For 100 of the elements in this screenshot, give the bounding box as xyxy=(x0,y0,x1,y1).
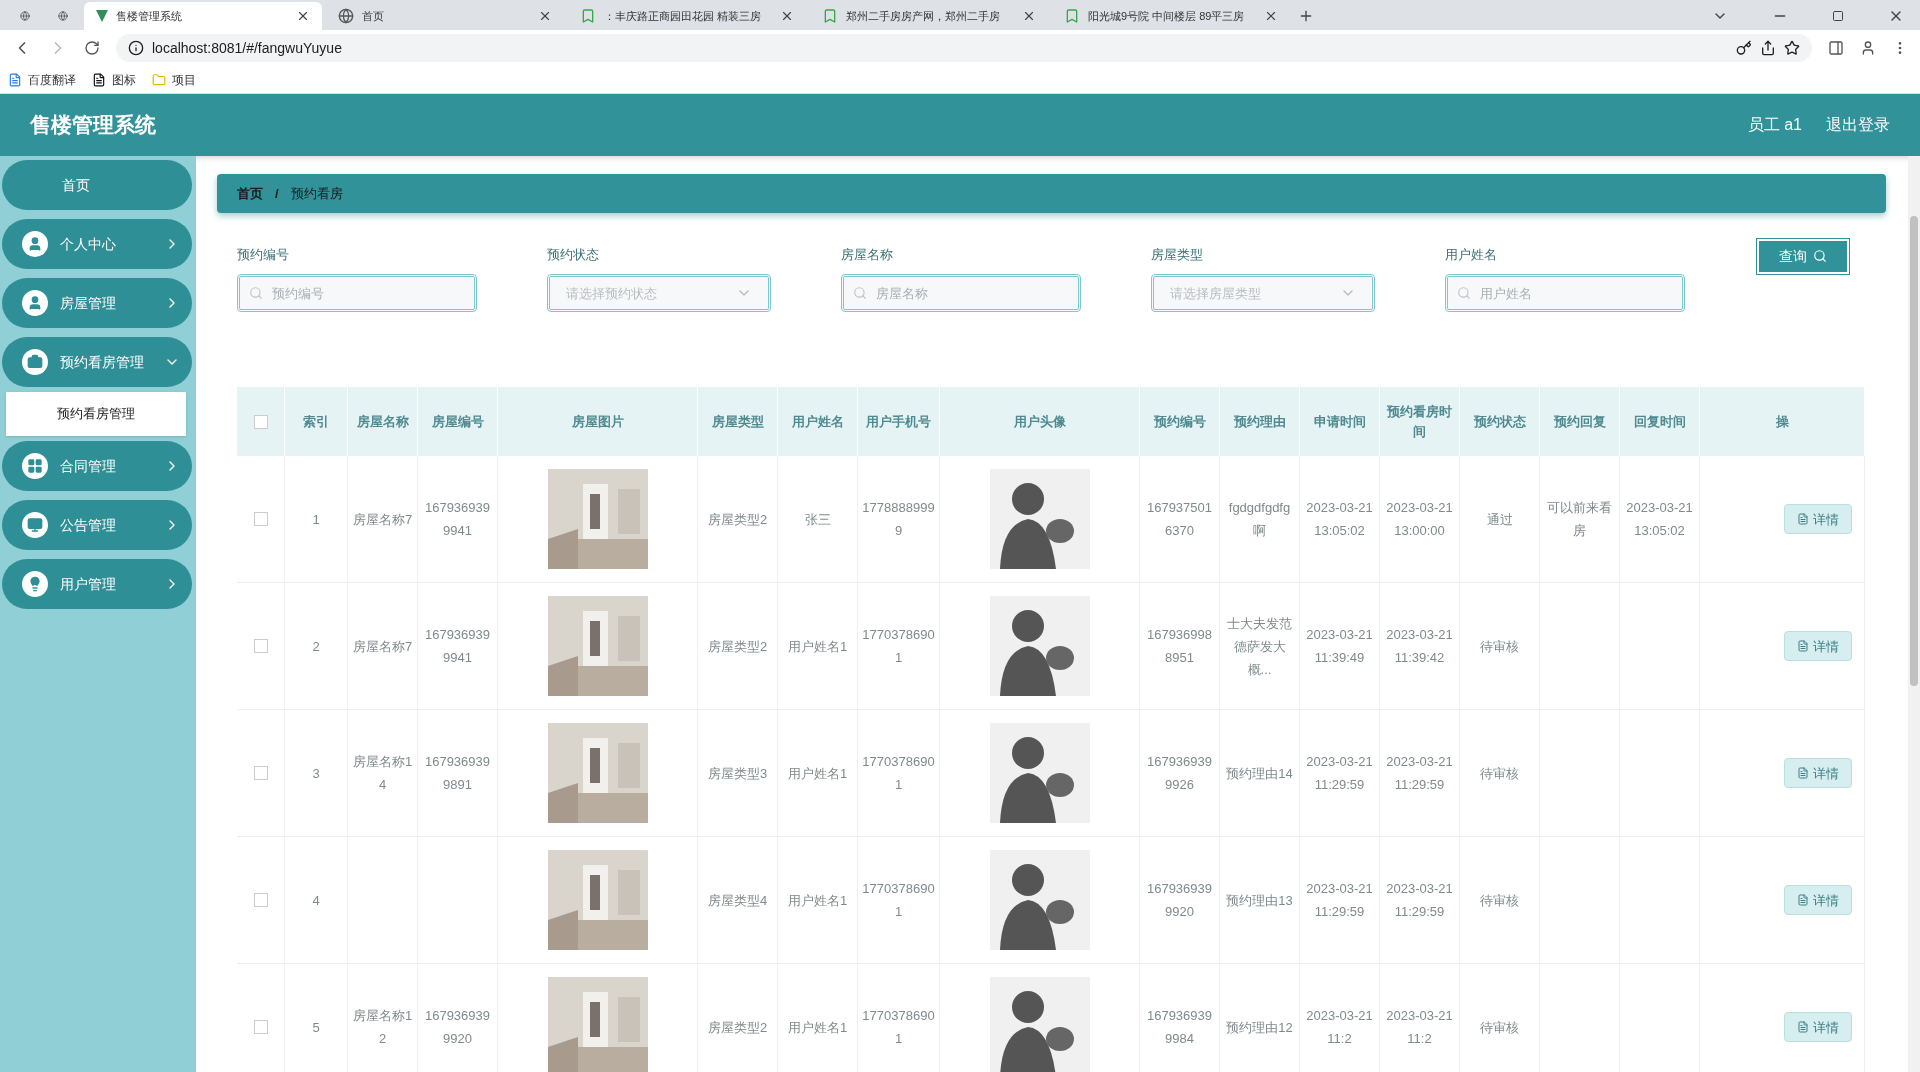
checkbox[interactable] xyxy=(253,414,268,429)
address-bar[interactable]: localhost:8081/#/fangwuYuyue xyxy=(116,34,1812,62)
table-cell-text: 预约理由13 xyxy=(1226,891,1293,910)
table-cell-text: 2023-03-21 11:39:42 xyxy=(1385,626,1454,668)
close-icon[interactable] xyxy=(1264,9,1278,23)
browser-tab[interactable]: 售楼管理系统 xyxy=(84,2,322,30)
document-icon xyxy=(1797,640,1809,653)
column-header: 房屋编号 xyxy=(431,412,484,431)
detail-button[interactable]: 详情 xyxy=(1784,885,1852,916)
browser-tab[interactable]: 阳光城9号院 中间楼层 89平三房 xyxy=(1052,2,1290,30)
table-cell-text: 2023-03-21 11:29:59 xyxy=(1385,880,1454,922)
table-cell-text: 房屋名称7 xyxy=(352,637,413,656)
checkbox[interactable] xyxy=(253,1020,268,1035)
search-icon xyxy=(1813,249,1827,264)
scrollbar-thumb[interactable] xyxy=(1910,216,1918,686)
detail-button[interactable]: 详情 xyxy=(1784,504,1852,535)
table-cell-text: 2023-03-21 13:05:02 xyxy=(1305,499,1374,541)
bookmark[interactable]: 项目 xyxy=(152,70,196,89)
table-cell-text: 房屋类型2 xyxy=(707,637,768,656)
table-cell-text: 1679369399941 xyxy=(423,626,492,668)
globe-icon xyxy=(338,8,354,24)
table-cell-text: 房屋类型3 xyxy=(707,764,768,783)
search-field[interactable]: 用户姓名 xyxy=(1445,274,1685,313)
sidebar-item[interactable]: 预约看房管理 xyxy=(2,337,192,387)
share-icon[interactable] xyxy=(1760,40,1776,56)
table-cell-text: 房屋名称14 xyxy=(352,753,413,795)
tab-title: 首页 xyxy=(362,8,385,24)
detail-button[interactable]: 详情 xyxy=(1784,631,1852,662)
table-cell-text: 4 xyxy=(312,891,320,910)
sidebar-item[interactable]: 合同管理 xyxy=(2,441,192,491)
table-cell-text: 预约理由14 xyxy=(1226,764,1293,783)
table-cell-text: 房屋类型2 xyxy=(707,510,768,529)
submenu-item[interactable]: 预约看房管理 xyxy=(6,392,186,436)
key-icon[interactable] xyxy=(1736,40,1752,56)
table-cell-text: 用户姓名1 xyxy=(787,637,848,656)
table-cell-text: 士大夫发范德萨发大概... xyxy=(1226,614,1293,679)
checkbox[interactable] xyxy=(253,512,268,527)
globe-icon xyxy=(20,8,30,24)
table-cell-text: 通过 xyxy=(1486,510,1513,529)
sidebar-item[interactable]: 房屋管理 xyxy=(2,278,192,328)
table-cell-text: 17703786901 xyxy=(862,753,935,795)
detail-button[interactable]: 详情 xyxy=(1784,1012,1852,1043)
close-icon[interactable] xyxy=(1022,9,1036,23)
checkbox[interactable] xyxy=(253,639,268,654)
sidebar-item[interactable]: 用户管理 xyxy=(2,559,192,609)
table-cell-text: 2023-03-21 11:2 xyxy=(1385,1007,1454,1049)
column-header: 用户姓名 xyxy=(791,412,844,431)
table-cell-text: 房屋类型4 xyxy=(707,891,768,910)
query-button[interactable]: 查询 xyxy=(1757,238,1849,274)
table-cell-text: 2023-03-21 13:05:02 xyxy=(1625,499,1694,541)
table-cell-text: 1679369399920 xyxy=(423,1007,492,1049)
document-icon xyxy=(1797,767,1809,780)
table-cell-text: 待审核 xyxy=(1480,891,1519,910)
detail-button[interactable]: 详情 xyxy=(1784,758,1852,789)
new-tab-icon[interactable] xyxy=(1298,8,1314,24)
bookmark[interactable]: 图标 xyxy=(92,70,136,89)
search-field[interactable]: 预约编号 xyxy=(237,274,477,313)
checkbox[interactable] xyxy=(253,893,268,908)
profile-icon[interactable] xyxy=(1860,40,1876,56)
close-icon[interactable] xyxy=(780,9,794,23)
breadcrumb-item[interactable]: 首页 xyxy=(237,183,263,204)
table-cell-text: 2023-03-21 11:29:59 xyxy=(1305,753,1374,795)
table-cell-text: fgdgdfgdfg啊 xyxy=(1227,499,1292,541)
table-cell-text: 3 xyxy=(312,764,320,783)
logout-link[interactable]: 退出登录 xyxy=(1826,113,1890,137)
close-icon[interactable] xyxy=(538,9,552,23)
table-cell-text: 2023-03-21 11:29:59 xyxy=(1305,880,1374,922)
bookmark-star-icon[interactable] xyxy=(1784,40,1800,56)
sidebar-item[interactable]: 首页 xyxy=(2,160,192,210)
close-icon[interactable] xyxy=(296,9,310,23)
browser-tab[interactable]: 郑州二手房房产网，郑州二手房 xyxy=(810,2,1048,30)
search-icon xyxy=(853,286,867,301)
table-cell-text: 房屋名称7 xyxy=(352,510,413,529)
restore-icon[interactable] xyxy=(1832,10,1844,22)
tab-title: 售楼管理系统 xyxy=(116,8,183,24)
reload-icon[interactable] xyxy=(84,40,100,56)
browser-tab[interactable]: 首页 xyxy=(326,2,564,30)
tab-title: ：丰庆路正商园田花园 精装三房 xyxy=(604,8,763,24)
browser-tab[interactable]: ：丰庆路正商园田花园 精装三房 xyxy=(568,2,806,30)
bookmark[interactable]: 百度翻译 xyxy=(8,70,76,89)
breadcrumb-separator: / xyxy=(275,184,279,203)
column-header: 回复时间 xyxy=(1633,412,1686,431)
table-cell-text: 房屋名称12 xyxy=(352,1007,413,1049)
filter-label: 预约状态 xyxy=(547,245,600,264)
column-header: 预约理由 xyxy=(1233,412,1286,431)
table-cell-text: 待审核 xyxy=(1480,764,1519,783)
document-icon xyxy=(1797,513,1809,526)
table-cell-text: 2 xyxy=(312,637,320,656)
document-icon xyxy=(1797,894,1809,907)
side-panel-icon[interactable] xyxy=(1828,40,1844,56)
search-icon xyxy=(249,286,263,301)
column-header: 房屋类型 xyxy=(711,412,764,431)
checkbox[interactable] xyxy=(253,766,268,781)
column-header: 申请时间 xyxy=(1313,412,1366,431)
search-field[interactable]: 房屋名称 xyxy=(841,274,1081,313)
sidebar-item[interactable]: 个人中心 xyxy=(2,219,192,269)
table-cell-text: 1679369399891 xyxy=(423,753,492,795)
tab-title: 阳光城9号院 中间楼层 89平三房 xyxy=(1088,8,1246,24)
sidebar-item[interactable]: 公告管理 xyxy=(2,500,192,550)
table-cell-text: 1679369399926 xyxy=(1145,753,1214,795)
